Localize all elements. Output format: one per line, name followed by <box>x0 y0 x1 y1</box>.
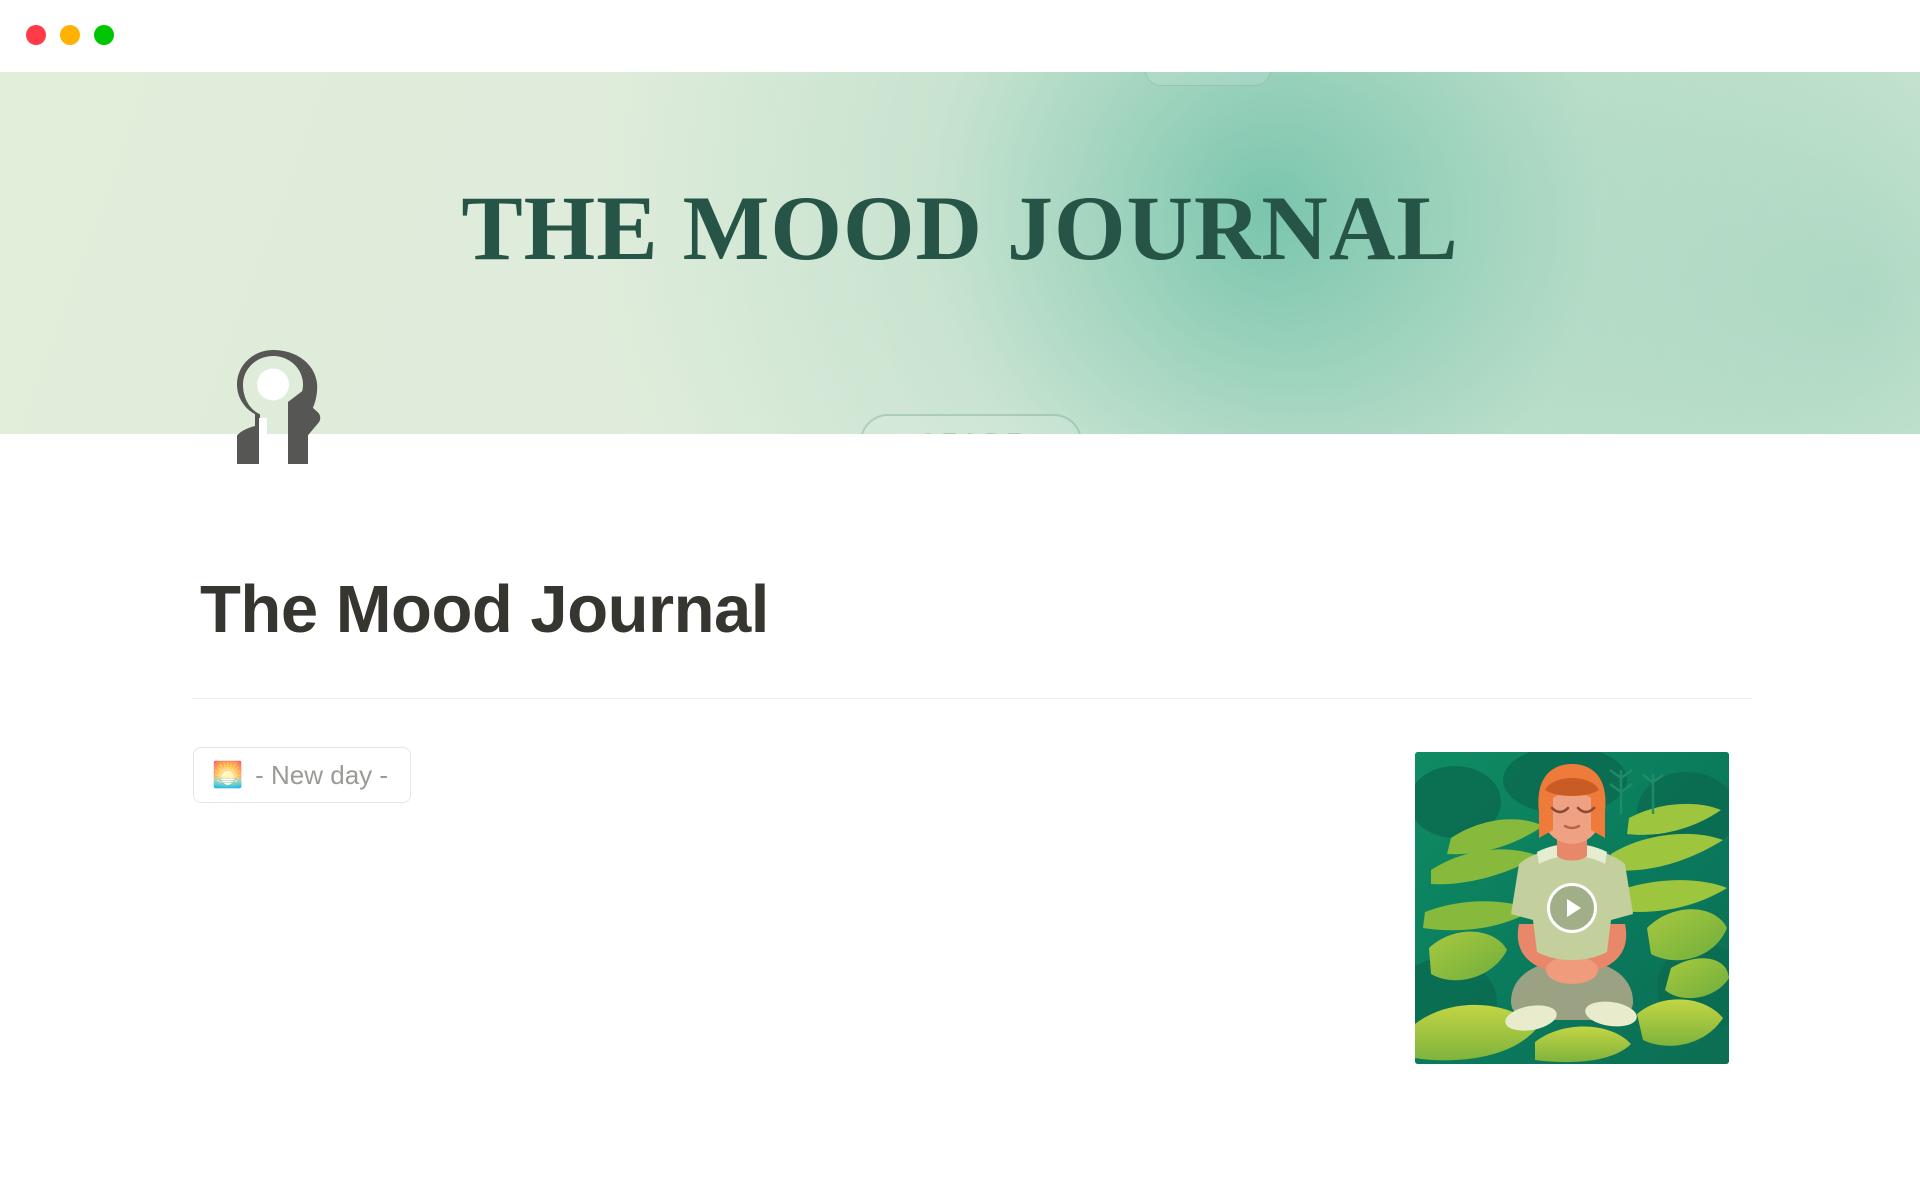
page-title: The Mood Journal <box>200 572 769 647</box>
meditation-video-thumbnail[interactable] <box>1415 752 1729 1064</box>
window-traffic-lights <box>26 25 114 45</box>
banner-ghost-pill <box>1145 72 1271 86</box>
play-icon[interactable] <box>1547 883 1597 933</box>
sunrise-icon: 🌅 <box>212 760 244 789</box>
hero-title: THE MOOD JOURNAL <box>461 177 1459 279</box>
close-window-button[interactable] <box>26 25 46 45</box>
new-day-label: - New day - <box>255 759 389 790</box>
start-button[interactable]: START <box>860 414 1082 434</box>
window-titlebar <box>0 0 1920 72</box>
app-window: THE MOOD JOURNAL START The Mood Journal … <box>0 0 1920 1200</box>
title-divider <box>192 698 1752 699</box>
new-day-button[interactable]: 🌅 - New day - <box>193 747 412 803</box>
maximize-window-button[interactable] <box>94 25 114 45</box>
head-keyhole-icon[interactable] <box>228 348 330 466</box>
minimize-window-button[interactable] <box>60 25 80 45</box>
